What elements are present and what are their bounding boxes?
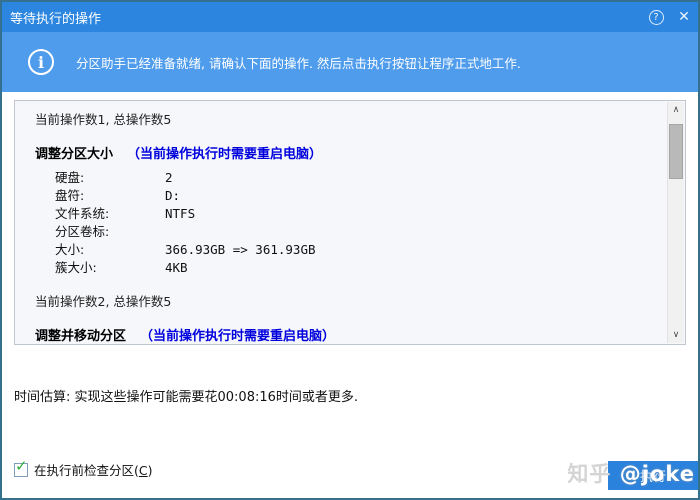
- info-banner: i 分区助手已经准备就绪, 请确认下面的操作. 然后点击执行按钮让程序正式地工作…: [2, 32, 698, 92]
- detail-row-size: 大小: 366.93GB => 361.93GB: [55, 239, 316, 257]
- detail-label: 硬盘:: [55, 170, 85, 185]
- detail-row-drive-letter: 盘符: D:: [55, 185, 180, 203]
- execute-button[interactable]: 执行: [608, 461, 698, 490]
- check-before-execute-checkbox[interactable]: ✓: [14, 458, 28, 477]
- operation-2-name: 调整并移动分区: [35, 329, 127, 344]
- scrollbar-thumb[interactable]: [669, 124, 683, 179]
- detail-row-filesystem: 文件系统: NTFS: [55, 203, 195, 221]
- detail-value: 2: [165, 170, 173, 185]
- checkbox-label[interactable]: 在执行前检查分区(C): [34, 460, 153, 479]
- vertical-scrollbar[interactable]: ∧ ∨: [667, 102, 684, 343]
- operation-title-2: 调整并移动分区 （当前操作执行时需要重启电脑）: [35, 325, 335, 344]
- check-before-execute-row[interactable]: ✓ 在执行前检查分区(C): [14, 458, 153, 479]
- detail-row-volume-label: 分区卷标:: [55, 221, 165, 239]
- checkbox-label-text: 在执行前检查分区(: [34, 463, 139, 478]
- checkmark-icon: ✓: [15, 456, 28, 475]
- operation-counter-2: 当前操作数2, 总操作数5: [35, 294, 172, 309]
- detail-row-cluster-size: 簇大小: 4KB: [55, 257, 188, 275]
- scroll-up-icon[interactable]: ∧: [668, 102, 684, 118]
- detail-label: 盘符:: [55, 188, 85, 203]
- close-button[interactable]: ✕: [670, 2, 698, 32]
- checkbox-label-close: ): [147, 463, 153, 478]
- detail-label: 大小:: [55, 242, 85, 257]
- operations-list[interactable]: 当前操作数1, 总操作数5 调整分区大小 （当前操作执行时需要重启电脑） 硬盘: 2…: [14, 100, 686, 345]
- detail-value: 4KB: [165, 260, 188, 275]
- execute-button-label: 执行: [639, 470, 666, 485]
- operation-counter-1: 当前操作数1, 总操作数5: [35, 112, 172, 127]
- window-title: 等待执行的操作: [10, 11, 102, 27]
- detail-label: 簇大小:: [55, 260, 97, 275]
- detail-label: 分区卷标:: [55, 224, 110, 239]
- operation-2-restart-warning: （当前操作执行时需要重启电脑）: [140, 329, 336, 344]
- info-icon: i: [28, 49, 54, 75]
- operation-1-name: 调整分区大小: [35, 147, 114, 162]
- close-icon: ✕: [678, 9, 690, 25]
- title-bar: 等待执行的操作 ? ✕: [2, 2, 698, 32]
- time-estimate-text: 时间估算: 实现这些操作可能需要花00:08:16时间或者更多.: [14, 390, 359, 405]
- detail-value: D:: [165, 188, 181, 203]
- operation-title-1: 调整分区大小 （当前操作执行时需要重启电脑）: [35, 143, 322, 162]
- checkbox-access-key: C: [138, 463, 148, 478]
- scroll-down-icon[interactable]: ∨: [668, 327, 684, 343]
- detail-value: NTFS: [165, 206, 196, 221]
- help-icon: ?: [648, 9, 664, 25]
- help-button[interactable]: ?: [642, 2, 670, 32]
- detail-label: 文件系统:: [55, 206, 110, 221]
- info-message: 分区助手已经准备就绪, 请确认下面的操作. 然后点击执行按钮让程序正式地工作.: [76, 55, 521, 71]
- operation-1-restart-warning: （当前操作执行时需要重启电脑）: [127, 147, 323, 162]
- detail-value: 366.93GB => 361.93GB: [165, 242, 316, 257]
- pending-operations-dialog: 等待执行的操作 ? ✕ i 分区助手已经准备就绪, 请确认下面的操作. 然后点击…: [0, 0, 700, 500]
- detail-row-disk: 硬盘: 2: [55, 167, 173, 185]
